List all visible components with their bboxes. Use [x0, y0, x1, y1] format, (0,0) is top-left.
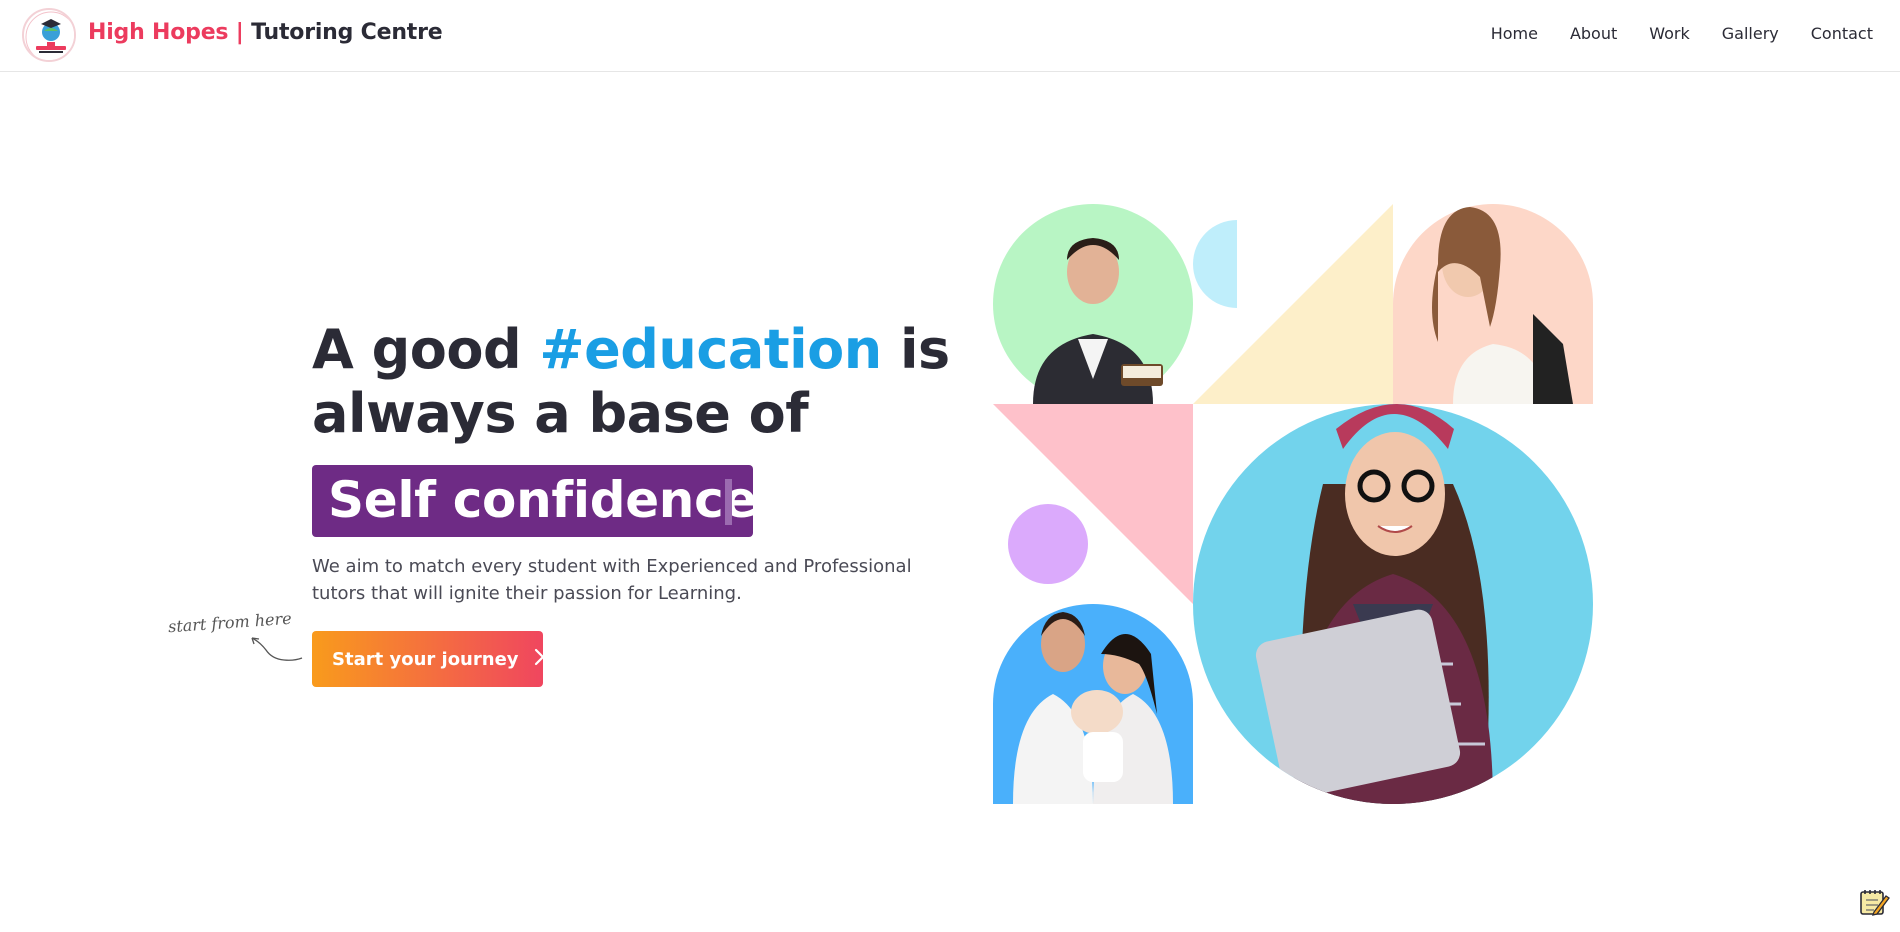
nav-about[interactable]: About — [1570, 24, 1617, 43]
hero-collage — [993, 204, 1593, 804]
hero-tagline: We aim to match every student with Exper… — [312, 556, 912, 604]
teacher-photo — [993, 204, 1193, 404]
brand-separator: | — [235, 20, 244, 45]
nav-home[interactable]: Home — [1491, 24, 1538, 43]
site-header: High Hopes | Tutoring Centre Home About … — [0, 0, 1900, 72]
student-laptop-photo — [1193, 404, 1593, 804]
chevron-right-icon — [533, 648, 545, 670]
typing-cursor — [725, 479, 732, 525]
brand-name[interactable]: High Hopes | Tutoring Centre — [88, 20, 443, 45]
nav-work[interactable]: Work — [1649, 24, 1690, 43]
lavender-circle — [1008, 504, 1088, 584]
typed-word: Self confidence — [328, 471, 758, 529]
girl-backpack-photo — [1393, 204, 1593, 404]
headline-part1: A good — [312, 318, 540, 381]
family-photo — [993, 604, 1193, 804]
headline-hashtag: #education — [539, 318, 882, 381]
brand-secondary: Tutoring Centre — [251, 20, 443, 45]
typed-word-box: Self confidence — [312, 465, 757, 537]
cyan-half-circle — [1193, 220, 1237, 308]
nav-gallery[interactable]: Gallery — [1722, 24, 1779, 43]
start-journey-button[interactable]: Start your journey — [312, 631, 545, 687]
hint-arrow-icon — [251, 637, 303, 661]
hero-headline: A good #education is always a base of — [312, 318, 952, 446]
notepad-pencil-icon[interactable] — [1858, 886, 1890, 918]
main-nav: Home About Work Gallery Contact — [1459, 24, 1873, 43]
graduation-globe-logo-icon — [25, 11, 74, 60]
nav-contact[interactable]: Contact — [1811, 24, 1873, 43]
start-hint: start from here — [167, 608, 293, 637]
logo[interactable] — [22, 8, 76, 62]
brand-primary: High Hopes — [88, 20, 229, 45]
start-journey-label: Start your journey — [332, 648, 519, 670]
